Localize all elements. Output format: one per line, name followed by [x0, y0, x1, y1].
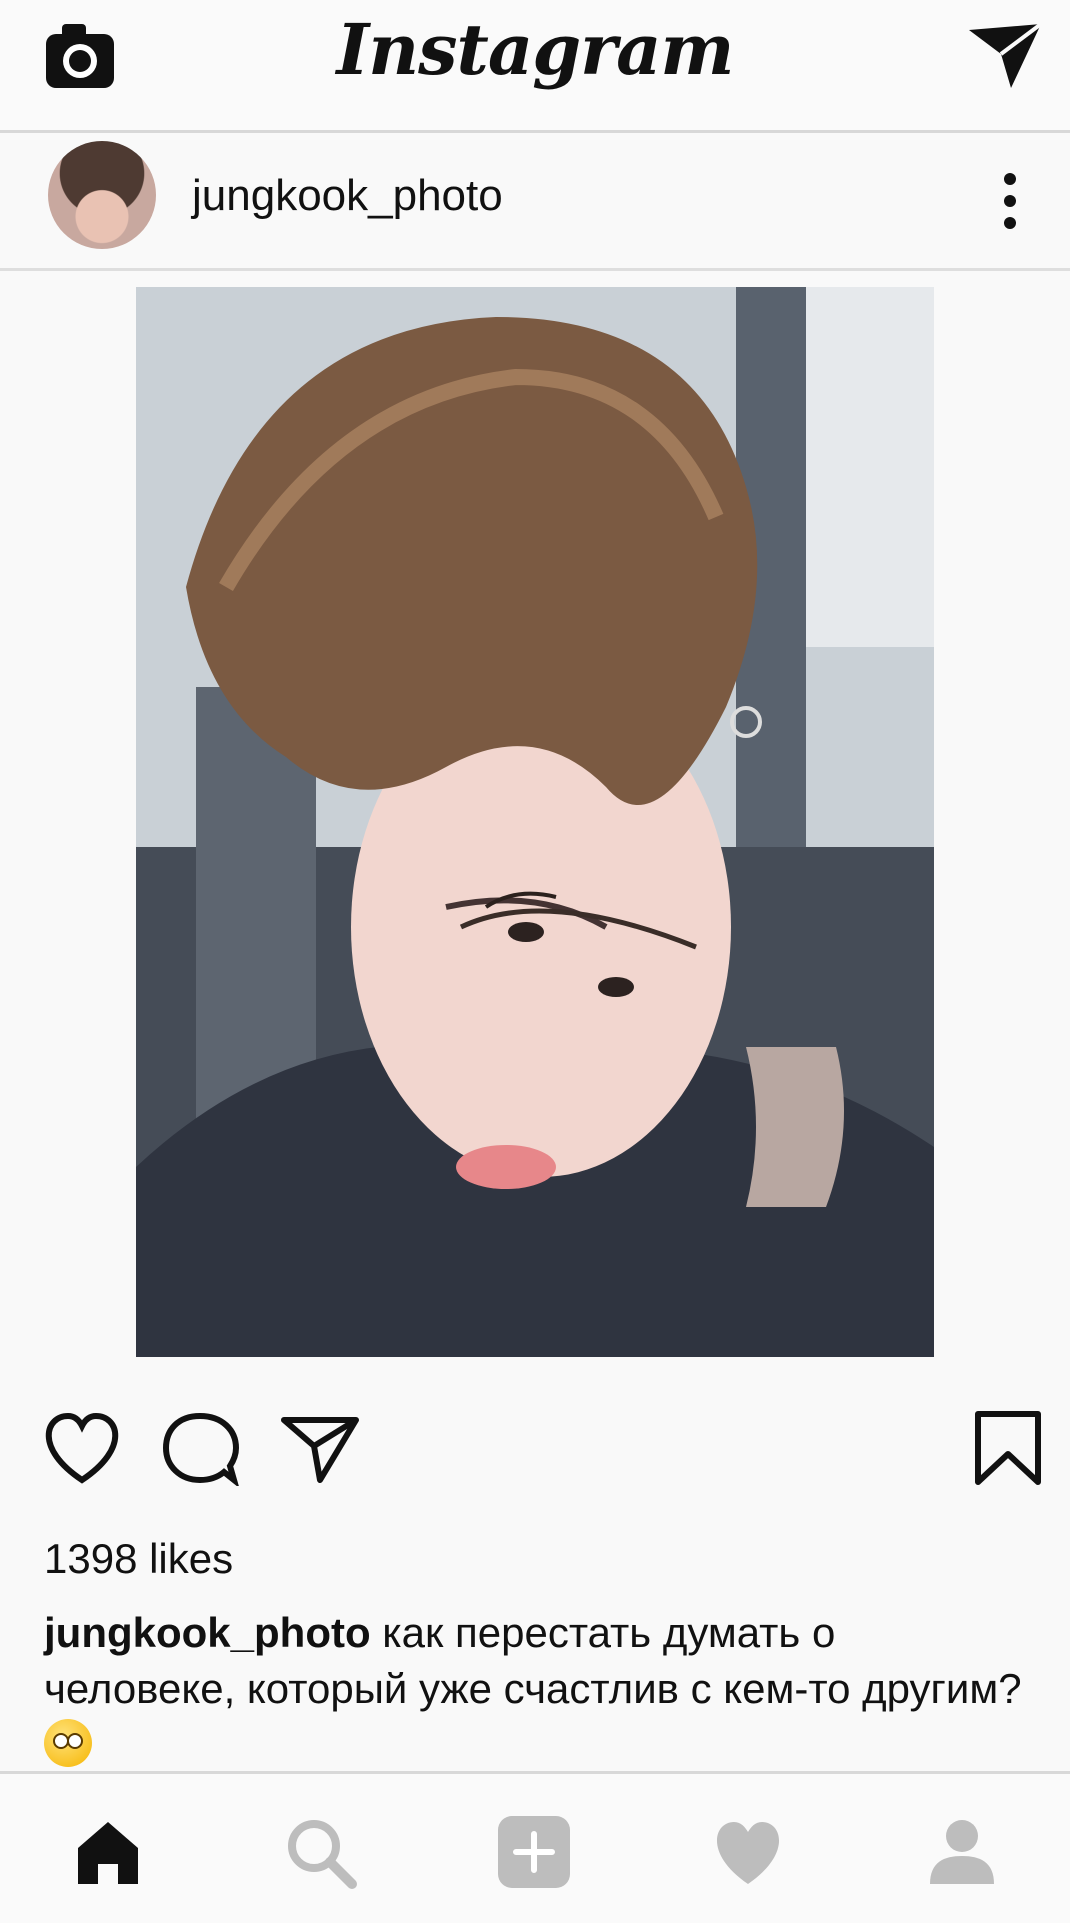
bottom-navigation: [0, 1771, 1070, 1923]
portrait-illustration: [136, 287, 934, 1357]
instagram-logo: Instagram: [336, 8, 735, 91]
search-icon[interactable]: [282, 1814, 358, 1890]
caption-username[interactable]: jungkook_photo: [44, 1609, 371, 1656]
activity-heart-icon[interactable]: [710, 1814, 786, 1890]
avatar[interactable]: [48, 141, 156, 249]
face-with-rolling-eyes-emoji: [44, 1719, 92, 1767]
add-post-icon[interactable]: [496, 1814, 572, 1890]
post-username[interactable]: jungkook_photo: [192, 171, 503, 221]
heart-icon[interactable]: [42, 1410, 122, 1486]
caption: jungkook_photo как перестать думать о че…: [44, 1605, 1034, 1773]
home-icon[interactable]: [70, 1814, 146, 1890]
top-bar: Instagram: [0, 0, 1070, 133]
share-icon[interactable]: [280, 1410, 360, 1486]
profile-icon[interactable]: [924, 1814, 1000, 1890]
more-options-icon[interactable]: [995, 171, 1025, 231]
bookmark-icon[interactable]: [968, 1410, 1048, 1486]
comment-icon[interactable]: [160, 1410, 240, 1486]
post-header: jungkook_photo: [0, 133, 1070, 271]
post-actions: [0, 1400, 1070, 1490]
post-image[interactable]: [136, 287, 934, 1357]
likes-count[interactable]: 1398 likes: [44, 1535, 233, 1583]
direct-message-icon[interactable]: [965, 20, 1045, 92]
